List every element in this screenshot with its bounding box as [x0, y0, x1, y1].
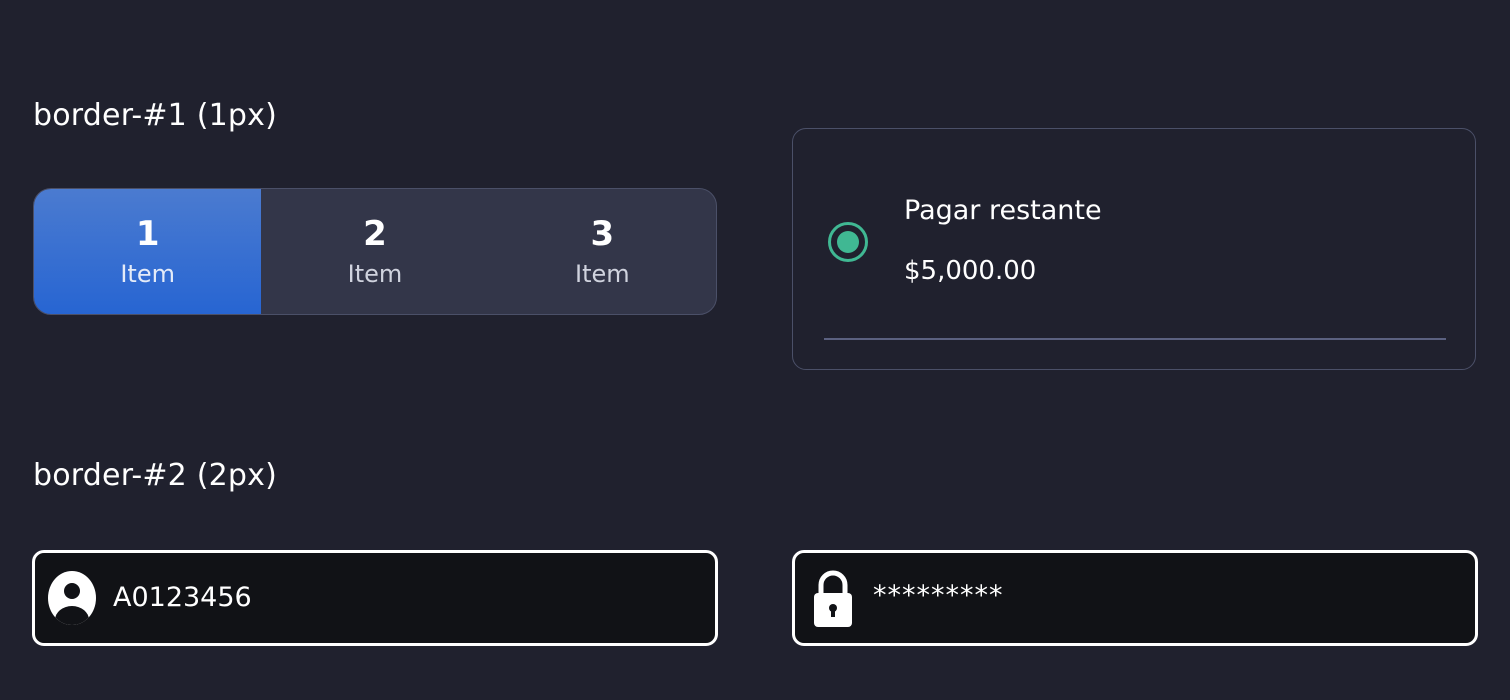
payment-option-amount: $5,000.00: [904, 256, 1037, 286]
payment-option-card[interactable]: Pagar restante $5,000.00: [792, 128, 1476, 370]
segment-label: Item: [120, 259, 175, 288]
border-1-title: border-#1 (1px): [33, 98, 277, 133]
user-icon: [48, 571, 96, 625]
radio-selected-dot: [837, 231, 859, 253]
divider: [824, 338, 1446, 340]
password-value: *********: [873, 580, 1004, 611]
segment-item-2[interactable]: 2 Item: [261, 189, 488, 314]
payment-option-title: Pagar restante: [904, 195, 1102, 226]
segment-label: Item: [575, 259, 630, 288]
segmented-control: 1 Item 2 Item 3 Item: [33, 188, 717, 315]
segment-item-3[interactable]: 3 Item: [489, 189, 716, 314]
radio-button[interactable]: [828, 222, 868, 262]
lock-icon: [814, 570, 852, 627]
username-field[interactable]: A0123456: [32, 550, 718, 646]
segment-number: 1: [135, 213, 160, 254]
segment-number: 3: [590, 213, 615, 254]
segment-item-1[interactable]: 1 Item: [34, 189, 262, 314]
username-value: A0123456: [113, 582, 252, 613]
segment-number: 2: [363, 213, 387, 254]
password-field[interactable]: *********: [792, 550, 1478, 646]
border-2-title: border-#2 (2px): [33, 458, 277, 493]
segment-label: Item: [347, 259, 403, 288]
